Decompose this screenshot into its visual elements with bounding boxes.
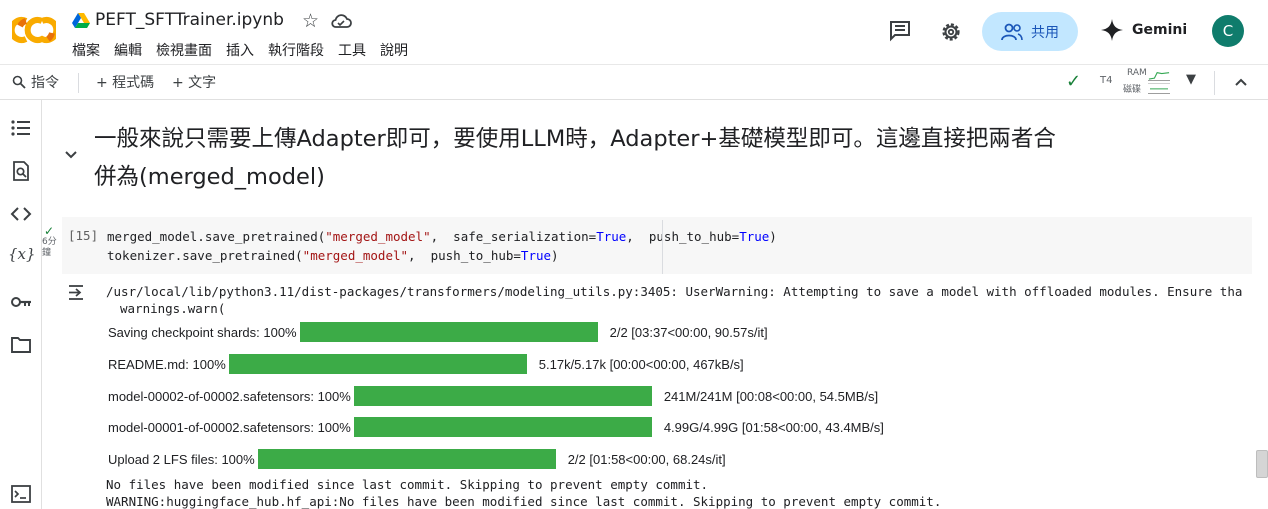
code-token: , safe_serialization= [430, 229, 597, 244]
add-text-button[interactable]: + 文字 [172, 72, 216, 92]
toolbar-divider [1214, 71, 1215, 95]
progress-stats: 2/2 [03:37<00:00, 90.57s/it] [609, 324, 768, 340]
menu-tools[interactable]: 工具 [338, 40, 366, 60]
code-line[interactable]: merged_model.save_pretrained("merged_mod… [107, 229, 777, 244]
disk-usage-graph[interactable] [1148, 83, 1170, 94]
menu-edit[interactable]: 編輯 [114, 40, 142, 60]
share-button[interactable]: 共用 [982, 12, 1078, 51]
table-of-contents-icon[interactable] [10, 117, 32, 139]
secrets-key-icon[interactable] [10, 291, 32, 313]
progress-row: model-00002-of-00002.safetensors: 100% 2… [108, 386, 878, 406]
progress-row: README.md: 100% 5.17k/5.17k [00:00<00:00… [108, 354, 744, 374]
markdown-heading[interactable]: 一般來說只需要上傳Adapter即可，要使用LLM時，Adapter+基礎模型即… [94, 120, 1064, 196]
progress-stats: 5.17k/5.17k [00:00<00:00, 467kB/s] [538, 356, 744, 372]
cloud-saved-icon[interactable] [330, 12, 352, 30]
progress-row: Upload 2 LFS files: 100% 2/2 [01:58<00:0… [108, 449, 726, 469]
comment-icon[interactable] [888, 20, 912, 42]
scrollbar-thumb[interactable] [1256, 450, 1268, 478]
output-warning-line: warnings.warn( [120, 301, 226, 316]
output-warning-line: /usr/local/lib/python3.11/dist-packages/… [106, 284, 1243, 299]
runtime-type-label[interactable]: T4 [1100, 75, 1112, 86]
google-drive-icon[interactable] [72, 13, 90, 29]
commands-button[interactable]: 指令 [12, 72, 59, 92]
code-cell[interactable] [62, 217, 1252, 274]
code-token: ) [769, 229, 777, 244]
progress-label: README.md: 100% [108, 356, 226, 372]
code-snippets-icon[interactable] [10, 203, 32, 225]
menu-bar: 檔案 編輯 檢視畫面 插入 執行階段 工具 說明 [72, 40, 422, 60]
ram-usage-graph[interactable] [1148, 69, 1170, 81]
files-folder-icon[interactable] [10, 334, 32, 356]
app-header: PEFT_SFTTrainer.ipynb ☆ 檔案 編輯 檢視畫面 插入 執行… [0, 0, 1268, 64]
menu-insert[interactable]: 插入 [226, 40, 254, 60]
star-icon[interactable]: ☆ [302, 10, 319, 32]
output-actions-icon[interactable] [67, 283, 91, 301]
code-token: merged_model.save_pretrained( [107, 229, 326, 244]
gemini-button[interactable]: Gemini [1100, 18, 1187, 42]
chevron-down-icon[interactable]: ▼ [1186, 72, 1196, 87]
progress-bar [299, 322, 598, 342]
progress-stats: 2/2 [01:58<00:00, 68.24s/it] [567, 451, 726, 467]
code-string: "merged_model" [302, 248, 409, 263]
progress-row: model-00001-of-00002.safetensors: 100% 4… [108, 417, 884, 437]
progress-label: Saving checkpoint shards: 100% [108, 324, 297, 340]
code-token: , push_to_hub= [408, 248, 521, 263]
progress-bar [353, 417, 652, 437]
output-log-line: WARNING:huggingface_hub.hf_api:No files … [106, 494, 942, 509]
progress-label: Upload 2 LFS files: 100% [108, 451, 255, 467]
progress-stats: 241M/241M [00:08<00:00, 54.5MB/s] [663, 388, 879, 404]
ram-label: RAM [1127, 68, 1147, 78]
find-replace-icon[interactable] [10, 160, 32, 182]
notebook-content: 一般來說只需要上傳Adapter即可，要使用LLM時，Adapter+基礎模型即… [42, 100, 1268, 509]
collapse-section-chevron-icon[interactable] [64, 148, 78, 162]
menu-view[interactable]: 檢視畫面 [156, 40, 212, 60]
code-token: ) [551, 248, 559, 263]
notebook-title[interactable]: PEFT_SFTTrainer.ipynb [95, 10, 284, 30]
notebook-toolbar: 指令 + 程式碼 + 文字 ✓ T4 RAM 磁碟 ▼ [0, 64, 1268, 100]
variables-icon[interactable]: {x} [8, 245, 36, 267]
code-keyword: True [596, 229, 627, 244]
colab-logo[interactable] [12, 14, 56, 46]
progress-label: model-00001-of-00002.safetensors: 100% [108, 419, 351, 435]
progress-label: model-00002-of-00002.safetensors: 100% [108, 388, 351, 404]
toolbar-divider [78, 73, 79, 93]
progress-bar [257, 449, 556, 469]
output-log-line: No files have been modified since last c… [106, 477, 709, 492]
menu-file[interactable]: 檔案 [72, 40, 100, 60]
connected-check-icon[interactable]: ✓ [1066, 71, 1081, 92]
progress-bar [353, 386, 652, 406]
menu-runtime[interactable]: 執行階段 [268, 40, 324, 60]
add-code-button[interactable]: + 程式碼 [96, 72, 154, 92]
execution-success-check-icon: ✓ [44, 224, 55, 238]
gemini-label: Gemini [1132, 22, 1188, 38]
menu-help[interactable]: 說明 [380, 40, 408, 60]
gear-icon[interactable] [939, 20, 963, 44]
terminal-icon[interactable] [10, 483, 32, 505]
ruler-line [662, 220, 663, 274]
code-line[interactable]: tokenizer.save_pretrained("merged_model"… [107, 248, 559, 263]
search-icon [12, 75, 26, 89]
code-keyword: True [739, 229, 770, 244]
left-sidebar: {x} [0, 100, 42, 509]
execution-count[interactable]: [15] [68, 228, 98, 243]
code-token: , push_to_hub= [626, 229, 740, 244]
chevron-up-icon[interactable] [1233, 71, 1249, 93]
people-icon [1001, 23, 1023, 40]
gemini-sparkle-icon [1101, 19, 1123, 41]
avatar[interactable]: C [1212, 15, 1244, 47]
share-label: 共用 [1031, 24, 1059, 41]
execution-time: 6分鐘 [42, 237, 57, 258]
code-string: "merged_model" [325, 229, 431, 244]
code-keyword: True [520, 248, 552, 263]
progress-row: Saving checkpoint shards: 100% 2/2 [03:3… [108, 322, 768, 342]
commands-label: 指令 [31, 75, 59, 91]
progress-bar [228, 354, 527, 374]
disk-label: 磁碟 [1123, 85, 1142, 95]
progress-stats: 4.99G/4.99G [01:58<00:00, 43.4MB/s] [663, 419, 884, 435]
code-token: tokenizer.save_pretrained( [107, 248, 303, 263]
